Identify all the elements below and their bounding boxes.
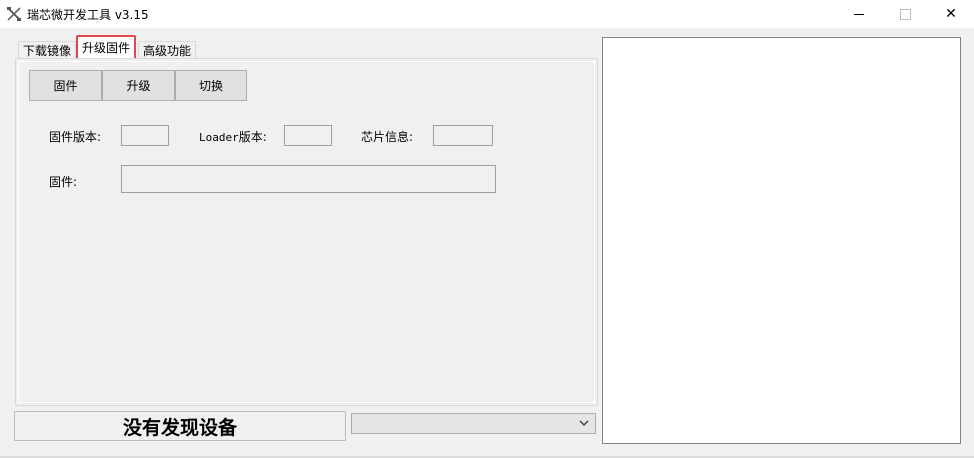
switch-button[interactable]: 切换 bbox=[175, 70, 247, 101]
maximize-icon bbox=[899, 8, 911, 20]
loader-version-label: Loader版本: bbox=[199, 128, 267, 145]
firmware-version-field bbox=[121, 125, 169, 146]
firmware-path-label: 固件: bbox=[49, 175, 78, 189]
close-button[interactable]: ✕ bbox=[928, 0, 974, 28]
upgrade-firmware-panel bbox=[15, 58, 598, 406]
app-window: 瑞芯微开发工具 v3.15 ✕ 下载镜像 升级固件 高级功能 固件 升级 切换 … bbox=[0, 0, 974, 458]
minimize-button[interactable] bbox=[836, 0, 882, 28]
chip-info-label: 芯片信息: bbox=[361, 130, 414, 144]
firmware-path-field bbox=[121, 165, 496, 193]
chevron-down-icon bbox=[579, 420, 589, 426]
title-bar[interactable]: 瑞芯微开发工具 v3.15 ✕ bbox=[0, 0, 974, 28]
minimize-icon bbox=[854, 13, 864, 15]
loader-version-label-cn: 版本: bbox=[238, 130, 267, 144]
app-tools-icon bbox=[7, 7, 21, 21]
device-status-box: 没有发现设备 bbox=[14, 411, 346, 441]
close-icon: ✕ bbox=[945, 6, 957, 22]
firmware-version-label: 固件版本: bbox=[49, 130, 102, 144]
firmware-button[interactable]: 固件 bbox=[29, 70, 102, 101]
device-select[interactable] bbox=[351, 413, 596, 434]
upgrade-button[interactable]: 升级 bbox=[102, 70, 175, 101]
loader-version-label-en: Loader bbox=[199, 131, 239, 144]
window-title: 瑞芯微开发工具 v3.15 bbox=[27, 8, 149, 22]
device-status-text: 没有发现设备 bbox=[122, 416, 237, 439]
chip-info-field bbox=[433, 125, 493, 146]
log-output-panel[interactable] bbox=[602, 37, 961, 444]
maximize-button[interactable] bbox=[882, 0, 928, 28]
panel-inner-border bbox=[18, 61, 595, 403]
loader-version-field bbox=[284, 125, 332, 146]
